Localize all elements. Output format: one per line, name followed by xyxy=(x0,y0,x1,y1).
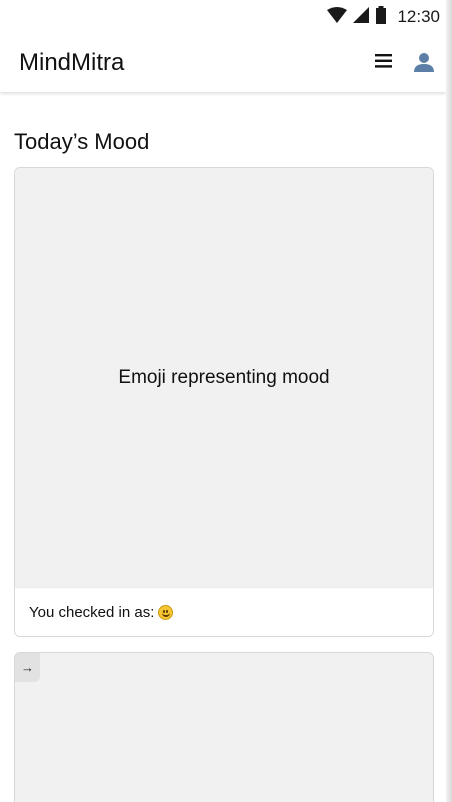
screen: 12:30 MindMitra Today’s Mood Emoji repre… xyxy=(0,0,452,802)
smiling-face-icon xyxy=(158,604,174,620)
mood-card: Emoji representing mood You checked in a… xyxy=(14,167,434,637)
arrow-button[interactable]: → xyxy=(15,653,40,682)
right-edge-divider xyxy=(446,0,452,802)
status-bar: 12:30 xyxy=(0,0,446,34)
profile-icon[interactable] xyxy=(413,51,435,78)
app-bar: MindMitra xyxy=(0,34,446,92)
signal-icon xyxy=(353,6,370,28)
second-card: → xyxy=(14,652,434,802)
wifi-icon xyxy=(327,6,348,28)
mood-image-placeholder: Emoji representing mood xyxy=(15,168,433,587)
mood-image-alt-text: Emoji representing mood xyxy=(118,366,330,388)
mood-card-footer: You checked in as: xyxy=(15,587,433,636)
checked-in-label: You checked in as: xyxy=(29,603,155,621)
battery-icon xyxy=(375,5,387,29)
status-time: 12:30 xyxy=(397,7,440,26)
section-title: Today’s Mood xyxy=(14,129,150,154)
app-title: MindMitra xyxy=(19,49,125,76)
menu-icon[interactable] xyxy=(375,54,392,73)
